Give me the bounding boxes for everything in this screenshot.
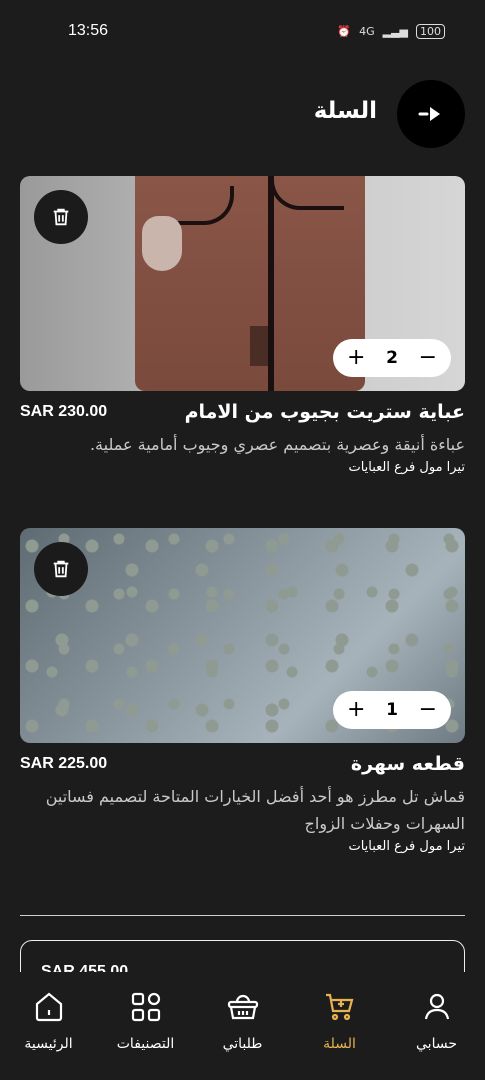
trash-icon	[53, 560, 69, 578]
product-image[interactable]: + 2 −	[20, 176, 465, 391]
cart-icon	[325, 993, 353, 1021]
quantity-value: 2	[386, 348, 398, 368]
divider	[20, 915, 465, 916]
grid-icon	[131, 992, 160, 1022]
basket-icon	[227, 994, 258, 1020]
nav-cart-label: السلة	[323, 1036, 356, 1052]
store-name: تيرا مول فرع العبايات	[348, 839, 465, 854]
product-price: SAR 225.00	[20, 755, 108, 772]
home-icon	[35, 992, 62, 1022]
nav-categories-label: التصنيفات	[116, 1036, 175, 1052]
nav-account[interactable]: حسابي	[392, 990, 482, 1052]
nav-orders[interactable]: طلباتي	[198, 990, 288, 1052]
delete-button[interactable]	[34, 190, 88, 244]
product-name[interactable]: عباية ستريت بجيوب من الامام	[185, 401, 465, 423]
quantity-stepper: + 1 −	[333, 691, 451, 729]
user-icon	[424, 993, 449, 1020]
decrease-button[interactable]: −	[419, 699, 437, 721]
store-name: تيرا مول فرع العبايات	[348, 460, 465, 475]
status-icons: ⏰ 4G ▂▃▅ 100	[337, 24, 445, 39]
nav-account-label: حسابي	[416, 1036, 457, 1052]
alarm-icon: ⏰	[337, 25, 352, 38]
battery-icon: 100	[416, 24, 445, 39]
bottom-nav: حسابي السلة طلباتي التصنيفات الرئيسية	[0, 972, 485, 1080]
quantity-stepper: + 2 −	[333, 339, 451, 377]
trash-icon	[53, 208, 69, 226]
back-button[interactable]	[397, 80, 465, 148]
back-arrow-icon	[418, 107, 440, 121]
nav-home-label: الرئيسية	[24, 1036, 73, 1052]
product-price: SAR 230.00	[20, 403, 108, 420]
product-description: عباءة أنيقة وعصرية بتصميم عصري وجيوب أما…	[89, 435, 465, 454]
cart-item: + 1 − SAR 225.00 قطعه سهرة قماش تل مطرز …	[20, 528, 465, 854]
page-title: السلة	[313, 98, 377, 124]
product-image[interactable]: + 1 −	[20, 528, 465, 743]
header: السلة	[0, 80, 485, 150]
nav-orders-label: طلباتي	[222, 1036, 263, 1052]
quantity-value: 1	[386, 700, 398, 720]
delete-button[interactable]	[34, 542, 88, 596]
nav-cart[interactable]: السلة	[295, 990, 385, 1052]
nav-categories[interactable]: التصنيفات	[101, 990, 191, 1052]
decrease-button[interactable]: −	[419, 347, 437, 369]
nav-home[interactable]: الرئيسية	[4, 990, 94, 1052]
status-time: 13:56	[68, 22, 109, 39]
cart-item: + 2 − SAR 230.00 عباية ستريت بجيوب من ال…	[20, 176, 465, 475]
product-name[interactable]: قطعه سهرة	[351, 753, 465, 775]
network-type-label: 4G	[359, 25, 375, 38]
increase-button[interactable]: +	[347, 699, 365, 721]
status-bar: 13:56 ⏰ 4G ▂▃▅ 100	[0, 0, 485, 62]
product-description: قماش تل مطرز هو أحد أفضل الخيارات المتاح…	[45, 787, 465, 833]
signal-icon: ▂▃▅	[382, 25, 408, 38]
increase-button[interactable]: +	[347, 347, 365, 369]
